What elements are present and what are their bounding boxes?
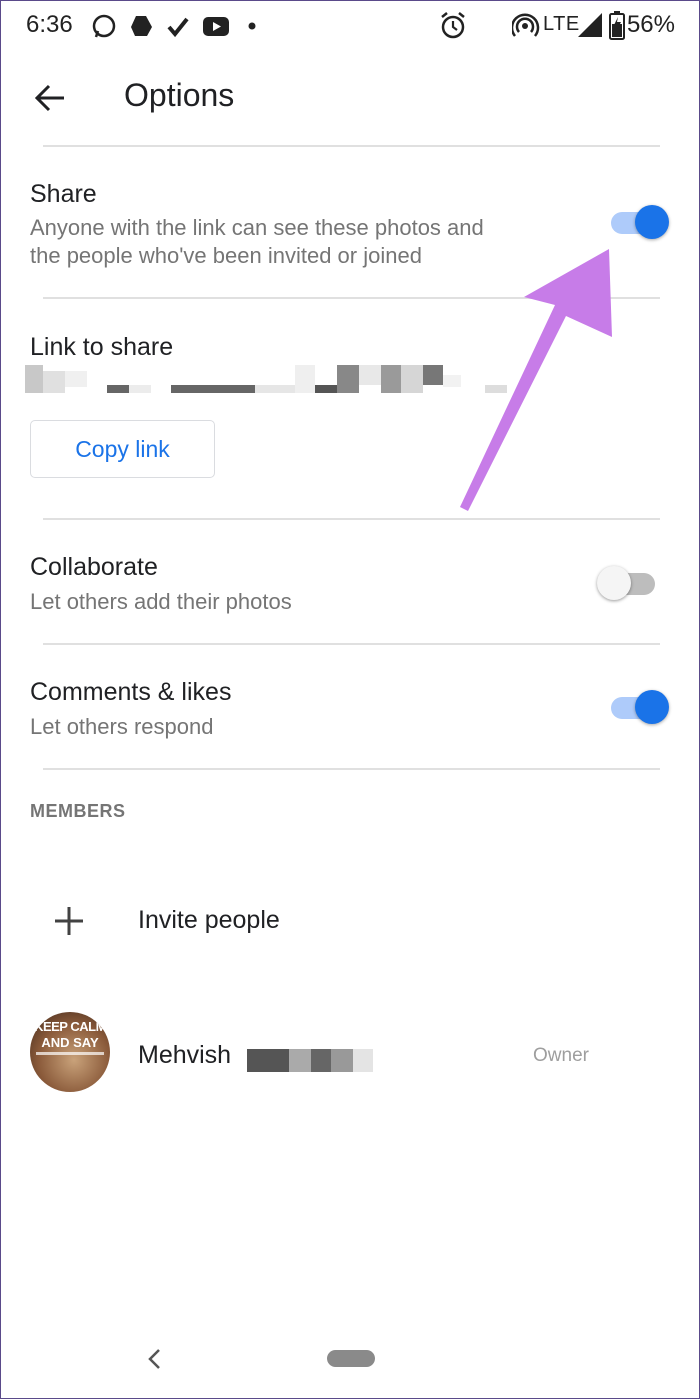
check-icon	[167, 17, 189, 38]
avatar: KEEP CALM AND SAY	[30, 1012, 110, 1092]
divider	[43, 643, 660, 645]
network-type: LTE	[543, 13, 580, 35]
member-name: Mehvish	[138, 1041, 232, 1069]
redacted-surname	[247, 1049, 373, 1072]
invite-people-label: Invite people	[138, 906, 280, 934]
collaborate-title: Collaborate	[30, 553, 158, 581]
share-title: Share	[30, 180, 97, 208]
battery-icon	[609, 11, 625, 40]
signal-icon	[578, 13, 602, 37]
youtube-icon	[203, 17, 229, 36]
copy-link-button[interactable]: Copy link	[30, 420, 215, 478]
whatsapp-icon	[92, 14, 116, 38]
annotation-arrow	[460, 249, 612, 511]
avatar-text-line2: AND SAY	[41, 1035, 99, 1050]
plus-icon	[55, 907, 83, 935]
share-subtitle-line1: Anyone with the link can see these photo…	[30, 215, 484, 240]
share-subtitle-line2: the people who've been invited or joined	[30, 243, 422, 268]
comments-toggle[interactable]	[609, 687, 669, 727]
comments-title: Comments & likes	[30, 678, 232, 706]
nav-back-icon[interactable]	[145, 1347, 165, 1371]
invite-people-row[interactable]: Invite people	[25, 881, 665, 961]
hotspot-icon	[512, 13, 540, 37]
status-notification-icons	[92, 14, 256, 38]
collaborate-subtitle: Let others add their photos	[30, 589, 292, 614]
dot-icon	[248, 22, 256, 30]
battery-percent: 56%	[626, 11, 675, 38]
status-time: 6:36	[26, 11, 73, 38]
alarm-icon	[441, 12, 465, 39]
comments-subtitle: Let others respond	[30, 714, 214, 739]
members-section-label: MEMBERS	[30, 801, 126, 821]
redacted-link	[25, 365, 525, 395]
link-title: Link to share	[30, 333, 174, 361]
drive-icon	[131, 16, 152, 36]
member-row[interactable]: KEEP CALM AND SAY Mehvish Owner	[25, 1009, 665, 1099]
collaborate-toggle[interactable]	[597, 563, 661, 603]
arrow-back-icon[interactable]	[33, 81, 67, 115]
divider	[43, 768, 660, 770]
avatar-text-line1: KEEP CALM	[34, 1019, 106, 1034]
divider	[43, 145, 660, 147]
share-toggle[interactable]	[609, 202, 669, 242]
member-role: Owner	[533, 1045, 589, 1066]
page-title: Options	[124, 77, 235, 113]
nav-home-pill[interactable]	[327, 1350, 375, 1367]
